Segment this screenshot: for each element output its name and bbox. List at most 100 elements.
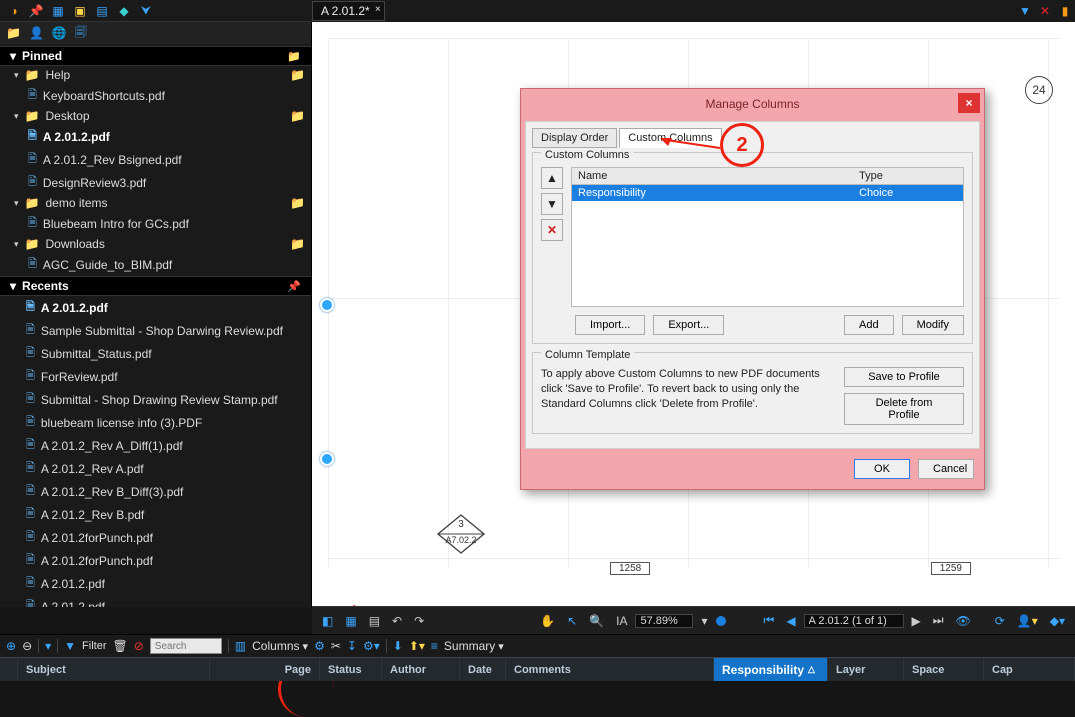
next-page-icon[interactable]: ▶ (908, 613, 925, 629)
page-layout-icon[interactable]: ▤ (365, 613, 384, 629)
rotate-left-icon[interactable]: ↶ (388, 613, 406, 629)
expand-icon[interactable]: ⊕ (6, 639, 16, 653)
file-row[interactable]: 🗎A 2.01.2_Rev B_Diff(3).pdf (0, 480, 311, 503)
summary-dropdown[interactable]: Summary ▾ (444, 639, 504, 653)
window-close-icon[interactable]: ✕ (1035, 0, 1055, 22)
file-row[interactable]: 🗎A 2.01.2forPunch.pdf (0, 549, 311, 572)
document-tab[interactable]: A 2.01.2* × (312, 1, 385, 21)
app-icon[interactable]: ◑ (6, 3, 22, 19)
col-page[interactable]: Page (210, 658, 320, 681)
folder-row[interactable]: ▾📁Downloads📁 (0, 235, 311, 253)
file-row[interactable]: 🗎A 2.01.2_Rev A_Diff(1).pdf (0, 434, 311, 457)
sync-icon[interactable]: ⟳ (991, 613, 1009, 629)
file-row[interactable]: 🗎A 2.01.2.pdf (0, 125, 311, 148)
file-row[interactable]: 🗎Sample Submittal - Shop Darwing Review.… (0, 319, 311, 342)
manage-columns-gear-icon[interactable]: ⚙ (314, 639, 325, 653)
col-date[interactable]: Date (460, 658, 506, 681)
file-row[interactable]: 🗎A 2.01.2forPunch.pdf (0, 526, 311, 549)
file-row[interactable]: 🗎bluebeam license info (3).PDF (0, 411, 311, 434)
columns-icon[interactable]: ▥ (235, 639, 246, 653)
pointer-icon[interactable]: ↖ (563, 613, 581, 629)
zoom-dropdown-icon[interactable]: ▾ (697, 613, 711, 629)
add-folder-icon[interactable]: 📁 (287, 50, 301, 63)
file-row[interactable]: 🗎Submittal_Status.pdf (0, 342, 311, 365)
eye-icon[interactable]: 👁 (952, 613, 975, 629)
col-cap[interactable]: Cap (984, 658, 1075, 681)
collapse-icon[interactable]: ⊖ (22, 639, 32, 653)
export-button[interactable]: Export... (653, 315, 724, 335)
file-row[interactable]: 🗎AGC_Guide_to_BIM.pdf (0, 253, 311, 276)
toolbar-grid-icon[interactable]: ▦ (50, 3, 66, 19)
recents-header[interactable]: ▾Recents 📌 (0, 276, 311, 296)
list-icon[interactable]: ≡ (431, 639, 438, 653)
folder-row[interactable]: ▾📁Help📁 (0, 66, 311, 84)
first-page-icon[interactable]: ⏮ (760, 612, 779, 629)
gear-dropdown-icon[interactable]: ⚙▾ (363, 639, 380, 653)
cut-icon[interactable]: ✂ (331, 639, 341, 653)
toolbar-pin-icon[interactable]: 📌 (28, 3, 44, 19)
table-row[interactable]: Responsibility Choice (572, 185, 963, 201)
pin-icon[interactable]: 📌 (287, 280, 301, 293)
col-subject[interactable]: Subject (18, 658, 210, 681)
bookmark-bubble[interactable] (320, 298, 334, 312)
toolbar-window-icon[interactable]: ▤ (94, 3, 110, 19)
trash-icon[interactable]: 🗑 (113, 639, 128, 653)
toolbar-box-icon[interactable]: ▣ (72, 3, 88, 19)
move-up-button[interactable]: ▲ (541, 167, 563, 189)
close-tab-icon[interactable]: × (375, 4, 381, 15)
prev-page-icon[interactable]: ◀ (782, 613, 799, 629)
add-button[interactable]: Add (844, 315, 894, 335)
filter-icon[interactable]: ▼ (64, 639, 76, 653)
file-row[interactable]: 🗎A 2.01.2.pdf (0, 296, 311, 319)
custom-columns-table[interactable]: Name Type Responsibility Choice (571, 167, 964, 307)
delete-row-button[interactable]: ✕ (541, 219, 563, 241)
file-row[interactable]: 🗎A 2.01.2.pdf (0, 572, 311, 595)
export-icon[interactable]: ⬆▾ (409, 639, 425, 653)
user-icon[interactable]: 👤 (29, 26, 44, 40)
ok-button[interactable]: OK (854, 459, 910, 479)
doc-icon[interactable]: 🗐 (75, 23, 87, 44)
tab-custom-columns[interactable]: Custom Columns (619, 128, 721, 148)
globe-icon[interactable]: 🌐 (52, 26, 67, 40)
bookmark-bubble[interactable] (320, 452, 334, 466)
cancel-button[interactable]: Cancel (918, 459, 974, 479)
col-status[interactable]: Status (320, 658, 382, 681)
last-page-icon[interactable]: ⏭ (929, 612, 948, 629)
delete-from-profile-button[interactable]: Delete from Profile (844, 393, 964, 425)
save-to-profile-button[interactable]: Save to Profile (844, 367, 964, 387)
page-thumb-icon[interactable]: ▦ (341, 613, 360, 629)
file-row[interactable]: 🗎A 2.01.2_Rev B.pdf (0, 503, 311, 526)
search-input[interactable] (150, 638, 222, 654)
file-row[interactable]: 🗎DesignReview3.pdf (0, 171, 311, 194)
file-row[interactable]: 🗎A 2.01.2.pdf (0, 595, 311, 607)
pinned-header[interactable]: ▾Pinned 📁 (0, 46, 311, 66)
clear-filter-icon[interactable]: ⊘ (134, 639, 144, 653)
import-icon[interactable]: ⬇ (393, 639, 403, 653)
folder-row[interactable]: ▾📁demo items📁 (0, 194, 311, 212)
col-checkbox[interactable] (0, 658, 18, 681)
file-row[interactable]: 🗎ForReview.pdf (0, 365, 311, 388)
window-misc-icon[interactable]: ▮ (1055, 0, 1075, 22)
text-icon[interactable]: IA (612, 613, 631, 629)
dialog-titlebar[interactable]: Manage Columns × (521, 89, 984, 117)
col-space[interactable]: Space (904, 658, 984, 681)
modify-button[interactable]: Modify (902, 315, 964, 335)
hide-icon[interactable]: ▾ (45, 639, 51, 653)
toolbar-arrowdown-icon[interactable]: ⮟ (138, 3, 154, 19)
settings-icon[interactable]: ◆▾ (1046, 613, 1069, 629)
tab-display-order[interactable]: Display Order (532, 128, 617, 148)
col-layer[interactable]: Layer (828, 658, 904, 681)
page-field[interactable] (804, 614, 904, 628)
move-down-button[interactable]: ▼ (541, 193, 563, 215)
col-author[interactable]: Author (382, 658, 460, 681)
folder-row[interactable]: ▾📁Desktop📁 (0, 107, 311, 125)
pan-icon[interactable]: ✋ (536, 613, 559, 629)
col-responsibility[interactable]: Responsibility△ (714, 658, 828, 681)
file-row[interactable]: 🗎Submittal - Shop Drawing Review Stamp.p… (0, 388, 311, 411)
toolbar-diamond-icon[interactable]: ◆ (116, 3, 132, 19)
checkin-icon[interactable]: ↧ (347, 639, 357, 653)
layers-icon[interactable]: 👤▾ (1013, 613, 1042, 629)
zoom-field[interactable] (635, 614, 693, 628)
col-comments[interactable]: Comments (506, 658, 714, 681)
dropdown-icon[interactable]: ▼ (1015, 0, 1035, 22)
